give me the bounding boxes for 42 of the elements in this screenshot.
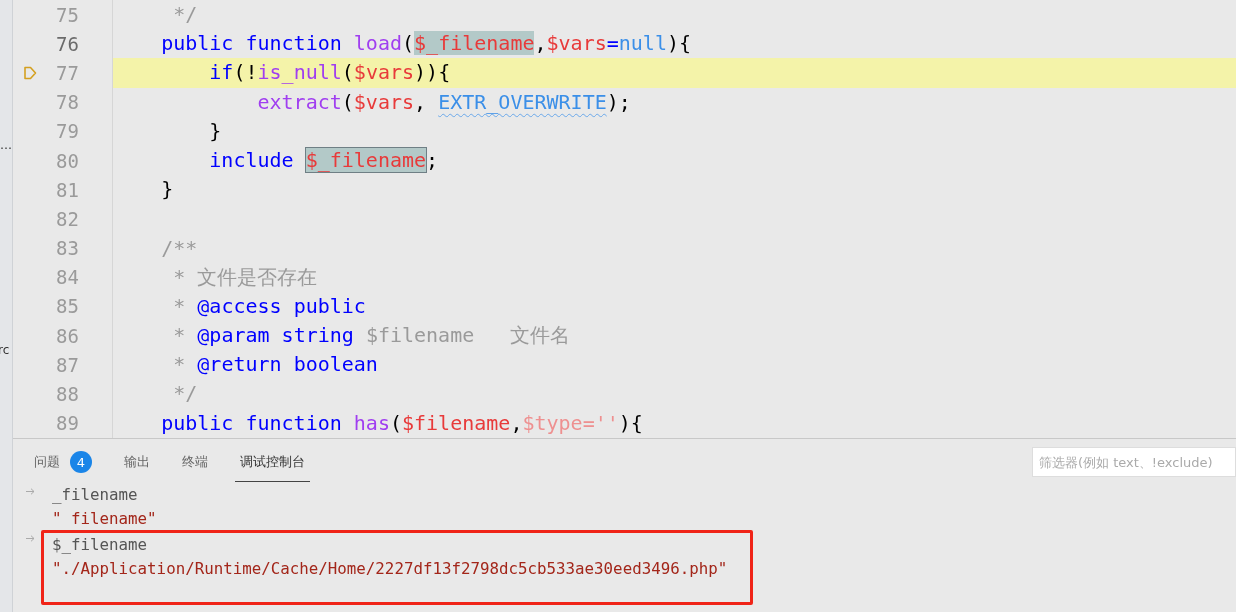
line-number: 88: [56, 383, 79, 406]
line-number: 82: [56, 207, 79, 230]
line-number: 76: [56, 32, 79, 55]
line-number: 81: [56, 178, 79, 201]
line-number: 89: [56, 412, 79, 435]
code-line: include $_filename;: [208, 146, 440, 174]
code-line: */: [172, 380, 199, 408]
panel-tab[interactable]: 终端: [177, 447, 213, 482]
line-number: 83: [56, 237, 79, 260]
filter-field[interactable]: 筛选器(例如 text、!exclude): [1032, 447, 1236, 477]
count-badge: 4: [70, 451, 92, 473]
code-line: * @access public: [172, 292, 367, 320]
line-number: 77: [56, 61, 79, 84]
code-line: * @return boolean: [172, 351, 379, 379]
code-line: public function has($filename,$type=''){: [160, 409, 644, 437]
code-line: public function load($_filename,$vars=null){: [160, 30, 693, 58]
panel-tab[interactable]: 问题 4: [29, 447, 97, 482]
line-number: 75: [56, 3, 79, 26]
console-expression: _filename: [52, 484, 139, 506]
console-value: "./Application/Runtime/Cache/Home/2227df13f2798dc5cb533ae30eed3496.php": [52, 557, 729, 580]
panel-tab[interactable]: 调试控制台: [235, 447, 310, 482]
line-number: 79: [56, 120, 79, 143]
line-number: 80: [56, 149, 79, 172]
console-value: " filename": [52, 507, 158, 530]
sidebar-text: …: [0, 138, 12, 152]
code-line: extract($vars, EXTR_OVERWRITE);: [256, 88, 632, 116]
panel-tab[interactable]: 输出: [119, 447, 155, 482]
arrow-icon: [26, 488, 35, 495]
line-number: 78: [56, 91, 79, 114]
breakpoint-icon[interactable]: [23, 66, 37, 81]
line-number: 85: [56, 295, 79, 318]
line-number: 84: [56, 266, 79, 289]
line-number: 86: [56, 324, 79, 347]
line-number: 87: [56, 353, 79, 376]
code-line: }: [160, 176, 175, 204]
console-expression: $_filename: [52, 534, 149, 556]
code-line: * @param string $filename 文件名: [172, 322, 572, 350]
code-line: /**: [160, 234, 199, 262]
code-line: */: [172, 1, 199, 28]
arrow-icon: [26, 535, 35, 542]
code-line: }: [208, 117, 223, 145]
code-line: * 文件是否存在: [172, 263, 319, 291]
